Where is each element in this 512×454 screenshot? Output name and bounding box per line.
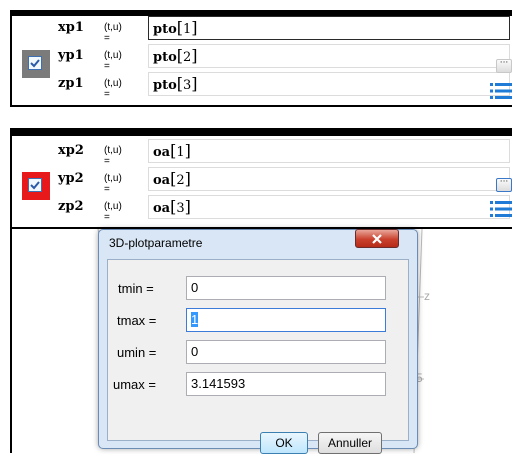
close-icon: [372, 234, 382, 244]
function-params: (t,u) =: [104, 22, 122, 44]
expression-input[interactable]: pto[2]: [148, 44, 510, 68]
function-name: xp2: [58, 143, 84, 158]
more-options-button[interactable]: ···: [496, 59, 512, 73]
umin-input[interactable]: 0: [186, 340, 386, 364]
expression-input[interactable]: oa[1]: [148, 139, 510, 163]
tmax-input[interactable]: 1: [186, 308, 386, 332]
field-row-tmax: tmax = 1: [108, 308, 408, 334]
expression-input[interactable]: pto[3]: [148, 72, 510, 96]
expression-input[interactable]: pto[1]: [148, 16, 510, 40]
function-params: (t,u) =: [104, 201, 122, 223]
function-params: (t,u) =: [104, 145, 122, 167]
z-axis-label: z: [424, 289, 430, 303]
field-row-tmin: tmin = 0: [108, 276, 408, 302]
more-options-button[interactable]: ···: [496, 178, 512, 192]
checkmark-icon: [30, 59, 40, 68]
expression-input[interactable]: oa[3]: [148, 195, 510, 219]
plot-parameters-dialog: 3D-plotparametre tmin = 0 tmax = 1 umin …: [98, 229, 418, 454]
umax-label: umax =: [113, 377, 156, 392]
plot-visible-checkbox-2[interactable]: [28, 178, 42, 192]
function-name: yp2: [58, 171, 84, 186]
function-name: xp1: [58, 20, 84, 35]
tmin-label: tmin =: [118, 281, 154, 296]
umin-label: umin =: [117, 345, 157, 360]
umax-input[interactable]: 3.141593: [186, 372, 386, 396]
field-row-umin: umin = 0: [108, 340, 408, 366]
dialog-body: tmin = 0 tmax = 1 umin = 0 umax = 3.1415…: [107, 259, 409, 454]
function-name: zp1: [58, 76, 84, 91]
function-panel-1: xp1 (t,u) = pto[1] yp1 (t,u) = pto[2] zp…: [10, 10, 512, 107]
function-name: zp2: [58, 199, 84, 214]
ok-button[interactable]: OK: [260, 432, 308, 454]
function-params: (t,u) =: [104, 78, 122, 100]
checkbox-highlight: [22, 172, 50, 200]
tmax-label: tmax =: [117, 313, 157, 328]
expression-input[interactable]: oa[2]: [148, 167, 510, 191]
cancel-button[interactable]: Annuller: [318, 432, 382, 454]
checkmark-icon: [30, 181, 40, 190]
function-name: yp1: [58, 48, 84, 63]
field-row-umax: umax = 3.141593: [108, 372, 408, 398]
function-params: (t,u) =: [104, 173, 122, 195]
checkbox-highlight: [22, 50, 50, 78]
tmin-input[interactable]: 0: [186, 276, 386, 300]
function-panel-2: xp2 (t,u) = oa[1] yp2 (t,u) = oa[2] zp2 …: [10, 128, 512, 229]
plot-visible-checkbox-1[interactable]: [28, 56, 42, 70]
list-icon[interactable]: [490, 200, 512, 218]
function-params: (t,u) =: [104, 50, 122, 72]
close-button[interactable]: [355, 229, 399, 248]
dialog-title: 3D-plotparametre: [109, 236, 203, 250]
list-icon[interactable]: [490, 82, 512, 100]
